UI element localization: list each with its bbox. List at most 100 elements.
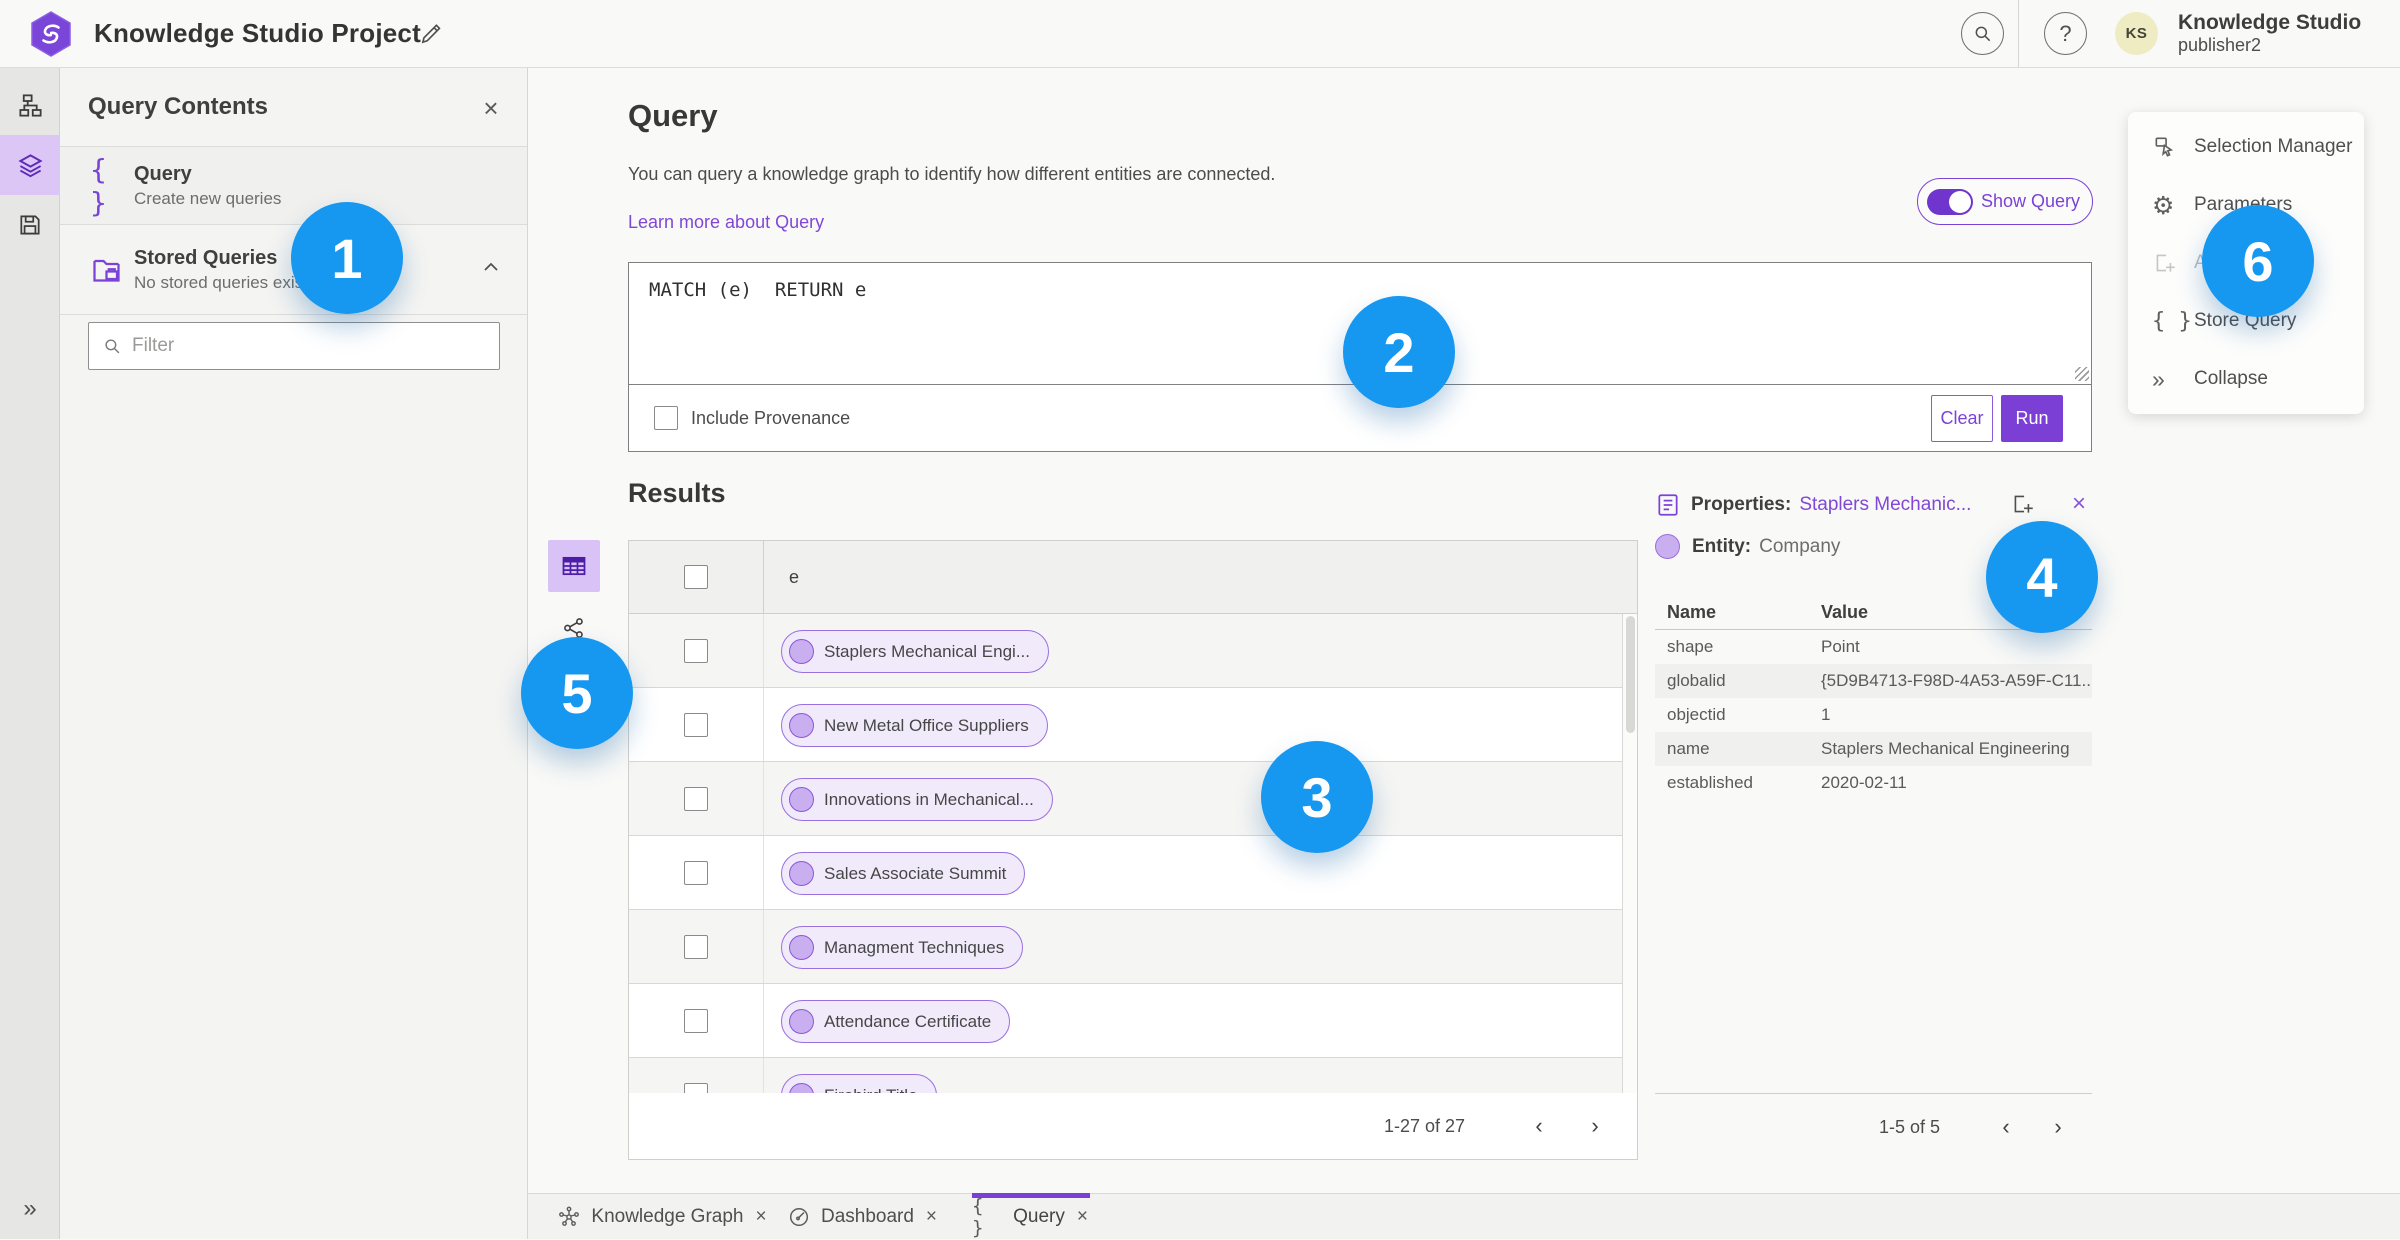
avatar[interactable]: KS [2115, 12, 2158, 55]
next-page-icon[interactable]: › [2032, 1114, 2084, 1140]
scrollbar-thumb[interactable] [1626, 616, 1635, 733]
project-title: Knowledge Studio Project [94, 18, 421, 48]
results-pagination: 1-27 of 27 ‹ › [629, 1093, 1637, 1159]
filter-input[interactable] [132, 335, 462, 357]
annotation-badge: 3 [1261, 741, 1373, 853]
row-checkbox[interactable] [684, 713, 708, 737]
entity-chip[interactable]: Innovations in Mechanical... [781, 778, 1053, 821]
expand-rail-button[interactable]: » [0, 1189, 60, 1229]
close-properties-icon[interactable]: × [2072, 490, 2086, 518]
rail-item-data-model[interactable] [0, 75, 60, 135]
entity-dot-icon [789, 713, 814, 738]
results-table-body: Staplers Mechanical Engi... New Metal Of… [629, 614, 1637, 1093]
show-query-toggle[interactable]: Show Query [1917, 178, 2093, 225]
property-row[interactable]: established 2020-02-11 [1655, 766, 2092, 800]
table-icon [562, 556, 586, 576]
table-row[interactable]: Sales Associate Summit [629, 836, 1637, 910]
bottom-tab-bar: Knowledge Graph × Dashboard × { } Query … [528, 1193, 2400, 1239]
query-description: You can query a knowledge graph to ident… [628, 164, 1276, 184]
table-row[interactable]: Innovations in Mechanical... [629, 762, 1637, 836]
property-row[interactable]: name Staplers Mechanical Engineering [1655, 732, 2092, 766]
include-provenance-checkbox[interactable] [654, 406, 678, 430]
table-view-button[interactable] [548, 540, 600, 592]
stored-queries-subtitle: No stored queries exist [134, 272, 308, 292]
entity-dot-icon [789, 935, 814, 960]
properties-page-range: 1-5 of 5 [1878, 1116, 1940, 1137]
property-row[interactable]: objectid 1 [1655, 698, 2092, 732]
close-tab-icon[interactable]: × [754, 1206, 769, 1228]
close-panel-icon[interactable]: × [475, 92, 507, 124]
annotation-badge: 2 [1343, 296, 1455, 408]
prev-page-icon[interactable]: ‹ [1511, 1113, 1567, 1139]
app-logo-icon[interactable] [28, 11, 74, 57]
show-query-label: Show Query [1981, 191, 2081, 211]
annotation-badge: 4 [1986, 521, 2098, 633]
table-row[interactable]: Firebird Title [629, 1058, 1637, 1093]
table-row[interactable]: Attendance Certificate [629, 984, 1637, 1058]
entity-dot-icon [789, 1083, 814, 1093]
prev-page-icon[interactable]: ‹ [1980, 1114, 2032, 1140]
entity-chip[interactable]: Managment Techniques [781, 926, 1024, 969]
run-button[interactable]: Run [2001, 395, 2063, 442]
save-icon [20, 215, 40, 235]
braces-icon: { } [2152, 308, 2192, 334]
search-button[interactable] [1961, 12, 2004, 55]
collapse-section-icon[interactable] [481, 259, 501, 275]
topbar-divider [2018, 0, 2019, 67]
entity-label: Entity: [1692, 535, 1752, 557]
row-checkbox[interactable] [684, 1009, 708, 1033]
top-bar: Knowledge Studio Project ? KS Knowledge … [0, 0, 2400, 68]
resize-grip[interactable] [2075, 367, 2089, 381]
results-scrollbar[interactable] [1622, 614, 1637, 1093]
properties-entity-link[interactable]: Staplers Mechanic... [1799, 494, 1971, 516]
rail-item-layers[interactable] [0, 135, 60, 195]
query-item-subtitle: Create new queries [134, 188, 282, 208]
close-tab-icon[interactable]: × [924, 1206, 939, 1228]
table-row[interactable]: New Metal Office Suppliers [629, 688, 1637, 762]
close-tab-icon[interactable]: × [1075, 1206, 1090, 1228]
row-checkbox[interactable] [684, 1083, 708, 1093]
table-row[interactable]: Managment Techniques [629, 910, 1637, 984]
next-page-icon[interactable]: › [1567, 1113, 1623, 1139]
column-header: e [789, 567, 800, 587]
dashboard-icon [787, 1205, 811, 1229]
table-row[interactable]: Staplers Mechanical Engi... [629, 614, 1637, 688]
query-list-item[interactable]: { } Query Create new queries [60, 147, 527, 225]
left-rail: » [0, 68, 60, 1239]
entity-chip[interactable]: Staplers Mechanical Engi... [781, 630, 1049, 673]
collapse-icon: » [2152, 365, 2165, 392]
stored-queries-title: Stored Queries [134, 246, 278, 269]
entity-chip[interactable]: Attendance Certificate [781, 1000, 1011, 1043]
property-row[interactable]: globalid {5D9B4713-F98D-4A53-A59F-C11... [1655, 664, 2092, 698]
user-menu[interactable]: Knowledge Studio publisher2 [2178, 10, 2361, 57]
edit-title-icon[interactable] [418, 21, 444, 47]
help-button[interactable]: ? [2044, 12, 2087, 55]
hierarchy-icon [18, 93, 42, 117]
clear-button[interactable]: Clear [1931, 395, 1993, 442]
entity-chip[interactable]: New Metal Office Suppliers [781, 704, 1048, 747]
property-row[interactable]: shape Point [1655, 630, 2092, 664]
add-to-selection-icon[interactable] [2010, 491, 2036, 517]
learn-more-link[interactable]: Learn more about Query [628, 212, 824, 233]
row-checkbox[interactable] [684, 639, 708, 663]
entity-chip[interactable]: Firebird Title [781, 1074, 937, 1093]
row-checkbox[interactable] [684, 935, 708, 959]
tab-dashboard[interactable]: Dashboard × [780, 1194, 946, 1240]
results-table: e Staplers Mechanical Engi... New Metal … [628, 540, 1638, 1160]
tab-knowledge-graph[interactable]: Knowledge Graph × [541, 1194, 785, 1240]
select-all-checkbox[interactable] [684, 565, 708, 589]
row-checkbox[interactable] [684, 787, 708, 811]
annotation-badge: 1 [291, 202, 403, 314]
main-content: Query You can query a knowledge graph to… [528, 68, 2400, 1239]
toggle-track[interactable] [1927, 188, 1973, 215]
entity-chip[interactable]: Sales Associate Summit [781, 852, 1026, 895]
row-checkbox[interactable] [684, 861, 708, 885]
tab-query[interactable]: { } Query × [972, 1194, 1090, 1240]
entity-dot-icon [789, 861, 814, 886]
selection-manager-item[interactable]: Selection Manager [2128, 118, 2364, 176]
annotation-badge: 5 [521, 637, 633, 749]
column-divider [763, 541, 764, 614]
rail-item-save[interactable] [0, 195, 60, 255]
name-column-header: Name [1667, 602, 1717, 622]
collapse-item[interactable]: » Collapse [2128, 350, 2364, 408]
